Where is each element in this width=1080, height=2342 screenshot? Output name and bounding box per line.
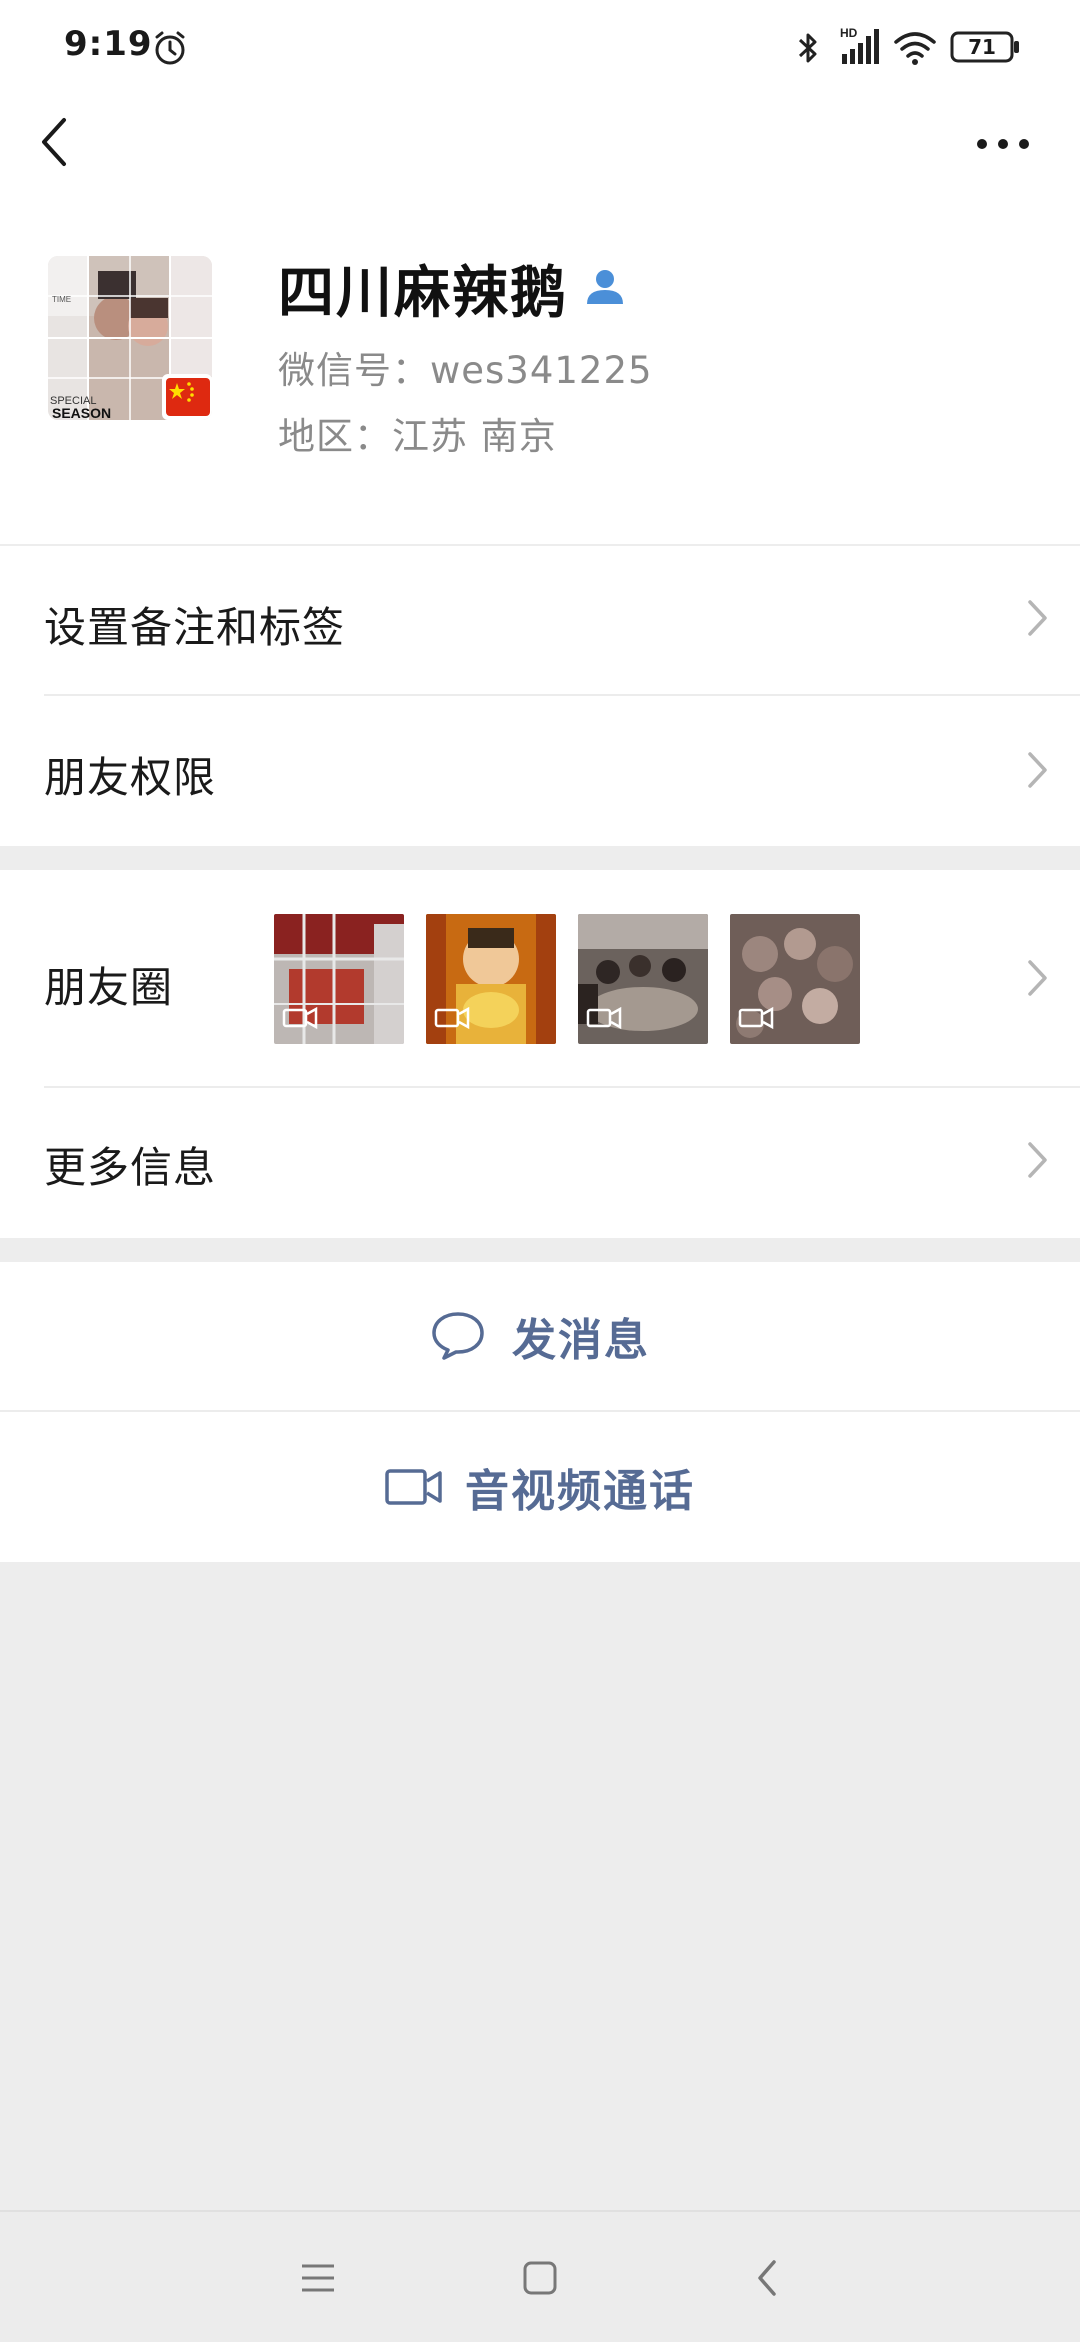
alarm-icon — [150, 28, 190, 72]
actions-group: 发消息 音视频通话 — [0, 1262, 1080, 1562]
profile-card: TIME SPECIAL SEASON 四川麻辣鹅 微信号：wes341225 … — [0, 188, 1080, 544]
moments-thumbnail[interactable] — [426, 914, 556, 1044]
back-nav-icon[interactable] — [754, 2258, 780, 2302]
video-call-label: 音视频通话 — [465, 1466, 695, 1517]
status-time: 9:19 — [64, 24, 153, 64]
remarks-label: 设置备注和标签 — [44, 603, 346, 652]
more-icon[interactable] — [975, 136, 1031, 155]
permissions-label: 朋友权限 — [44, 753, 217, 802]
video-call-button[interactable]: 音视频通话 — [0, 1412, 1080, 1562]
permissions-row[interactable]: 朋友权限 — [0, 696, 1080, 846]
menu-icon[interactable] — [300, 2262, 336, 2298]
moments-thumbnail[interactable] — [274, 914, 404, 1044]
signal-icon: HD — [838, 26, 882, 70]
more-info-label: 更多信息 — [44, 1143, 217, 1192]
avatar[interactable]: TIME SPECIAL SEASON — [48, 256, 212, 420]
moments-thumbnail[interactable] — [578, 914, 708, 1044]
remarks-row[interactable]: 设置备注和标签 — [0, 546, 1080, 696]
chevron-right-icon — [1026, 1138, 1050, 1186]
moments-label: 朋友圈 — [44, 963, 174, 1012]
wechat-id: 微信号：wes341225 — [278, 349, 653, 392]
contact-person-icon — [584, 266, 626, 312]
avatar-text-3: SEASON — [52, 405, 111, 420]
chevron-right-icon — [1026, 748, 1050, 796]
more-info-row[interactable]: 更多信息 — [0, 1088, 1080, 1238]
network-label: HD — [840, 26, 858, 40]
battery-level: 71 — [968, 35, 996, 59]
back-icon[interactable] — [34, 114, 74, 174]
region: 地区：江苏 南京 — [278, 415, 557, 458]
system-navigation-bar — [0, 2210, 1080, 2342]
home-icon[interactable] — [522, 2260, 558, 2300]
display-name: 四川麻辣鹅 — [278, 261, 568, 326]
settings-group: 设置备注和标签 朋友权限 — [0, 546, 1080, 846]
avatar-text-1: TIME — [52, 295, 71, 304]
nav-bar — [0, 96, 1080, 188]
send-message-label: 发消息 — [512, 1315, 650, 1366]
status-bar: 9:19 HD 71 — [0, 0, 1080, 96]
moments-thumbnail[interactable] — [730, 914, 860, 1044]
chevron-right-icon — [1026, 956, 1050, 1004]
send-message-button[interactable]: 发消息 — [0, 1262, 1080, 1410]
battery-icon: 71 — [950, 30, 1022, 64]
chat-bubble-icon — [430, 1310, 486, 1362]
video-camera-icon — [385, 1467, 443, 1507]
china-flag-icon — [162, 374, 212, 420]
moments-group: 朋友圈 更多信息 — [0, 870, 1080, 1238]
wifi-icon — [893, 30, 937, 70]
moments-row[interactable]: 朋友圈 — [0, 870, 1080, 1088]
chevron-right-icon — [1026, 596, 1050, 644]
bluetooth-icon — [795, 28, 821, 72]
